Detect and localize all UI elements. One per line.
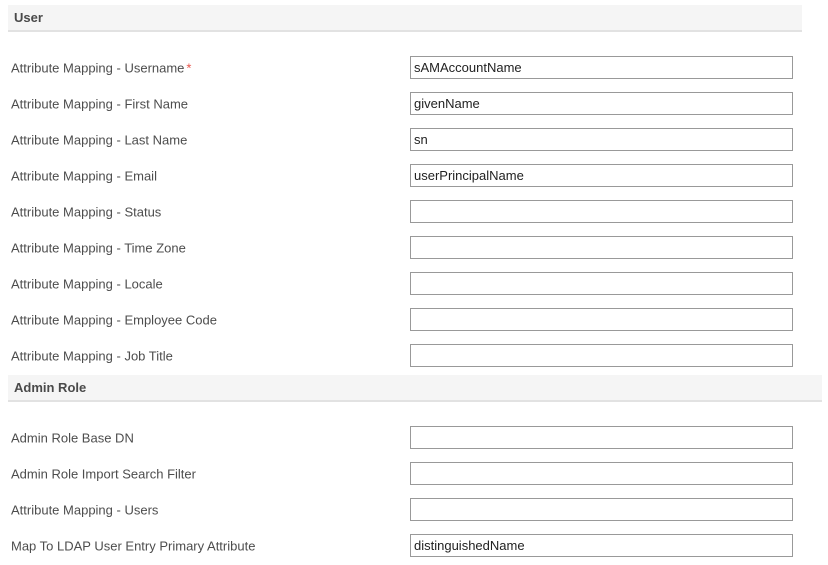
field-label: Attribute Mapping - Job Title* [11,349,173,364]
field-row: Attribute Mapping - Email* [0,158,828,194]
section-header: Admin Role [8,375,822,402]
attribute-mapping-job-title-input[interactable] [410,344,793,367]
attribute-mapping-time-zone-input[interactable] [410,236,793,259]
field-label: Admin Role Import Search Filter* [11,467,196,482]
section-admin-role: Admin Role Admin Role Base DN* Admin Rol… [0,375,828,564]
section-user: User Attribute Mapping - Username* Attri… [0,5,828,374]
required-asterisk: * [186,61,191,76]
field-row: Attribute Mapping - Last Name* [0,122,828,158]
field-label: Attribute Mapping - Time Zone* [11,241,186,256]
field-row: Admin Role Import Search Filter* [0,456,828,492]
field-label: Attribute Mapping - Locale* [11,277,163,292]
attribute-mapping-first-name-input[interactable] [410,92,793,115]
field-row: Attribute Mapping - Job Title* [0,338,828,374]
field-label: Attribute Mapping - Users* [11,503,158,518]
field-row: Admin Role Base DN* [0,420,828,456]
field-label: Attribute Mapping - Username* [11,61,191,76]
ldap-settings-form: User Attribute Mapping - Username* Attri… [0,0,828,564]
field-label: Attribute Mapping - Status* [11,205,161,220]
attribute-mapping-username-input[interactable] [410,56,793,79]
field-label: Admin Role Base DN* [11,431,134,446]
field-row: Attribute Mapping - Status* [0,194,828,230]
attribute-mapping-status-input[interactable] [410,200,793,223]
attribute-mapping-employee-code-input[interactable] [410,308,793,331]
field-label: Attribute Mapping - Last Name* [11,133,187,148]
section-title: Admin Role [14,380,86,395]
section-rows: Admin Role Base DN* Admin Role Import Se… [0,402,828,564]
field-row: Map To LDAP User Entry Primary Attribute… [0,528,828,564]
map-to-ldap-user-entry-primary-attribute-input[interactable] [410,534,793,557]
field-label: Attribute Mapping - Email* [11,169,157,184]
admin-role-import-search-filter-input[interactable] [410,462,793,485]
section-rows: Attribute Mapping - Username* Attribute … [0,32,828,374]
attribute-mapping-last-name-input[interactable] [410,128,793,151]
attribute-mapping-locale-input[interactable] [410,272,793,295]
form-sections: User Attribute Mapping - Username* Attri… [0,5,828,564]
field-row: Attribute Mapping - Employee Code* [0,302,828,338]
admin-role-base-dn-input[interactable] [410,426,793,449]
field-row: Attribute Mapping - Username* [0,50,828,86]
field-row: Attribute Mapping - First Name* [0,86,828,122]
field-row: Attribute Mapping - Locale* [0,266,828,302]
field-label: Attribute Mapping - Employee Code* [11,313,217,328]
section-title: User [14,10,43,25]
field-row: Attribute Mapping - Users* [0,492,828,528]
attribute-mapping-users-input[interactable] [410,498,793,521]
section-header: User [8,5,802,32]
field-row: Attribute Mapping - Time Zone* [0,230,828,266]
field-label: Map To LDAP User Entry Primary Attribute… [11,539,255,554]
field-label: Attribute Mapping - First Name* [11,97,188,112]
attribute-mapping-email-input[interactable] [410,164,793,187]
